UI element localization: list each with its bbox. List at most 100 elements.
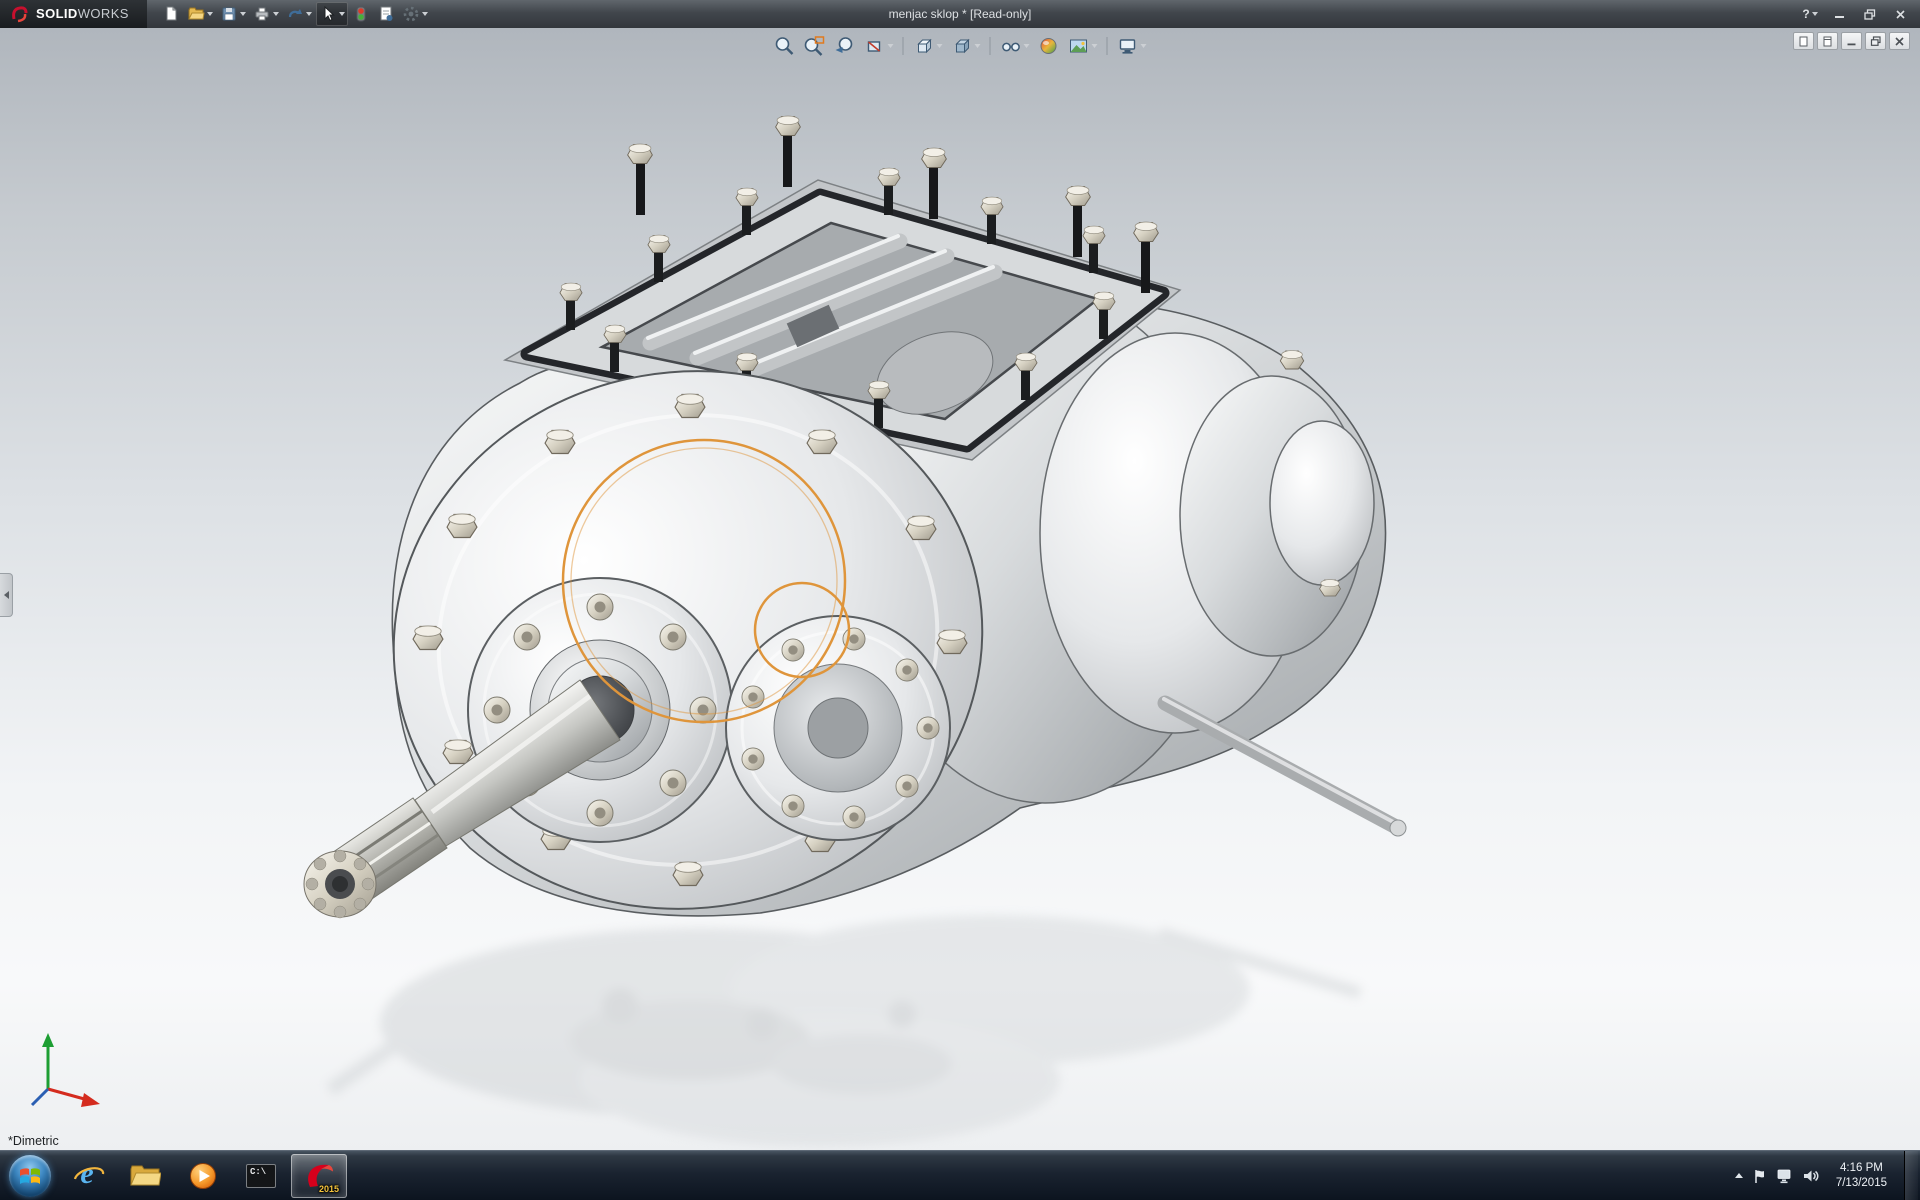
view-orientation-caret [937,44,943,48]
doc-new-window-button[interactable] [1817,32,1838,50]
previous-view-icon [834,35,856,57]
file-properties-icon [377,5,395,23]
view-orientation-label: *Dimetric [8,1134,59,1148]
close-icon [1895,9,1906,20]
open-folder-icon [187,5,205,23]
display-style-icon [951,35,973,57]
solidworks-icon: 2015 [302,1160,336,1192]
taskbar-solidworks-2015[interactable]: 2015 [291,1154,347,1198]
minimize-icon [1834,9,1846,19]
taskbar-windows-explorer[interactable] [117,1154,173,1198]
view-settings-icon [1117,35,1139,57]
clock-date: 7/13/2015 [1836,1176,1887,1191]
taskbar-media-player[interactable] [175,1154,231,1198]
taskbar-command-prompt[interactable]: C:\ [233,1154,289,1198]
clock-time: 4:16 PM [1836,1161,1887,1176]
restore-icon [1864,9,1876,20]
new-document-button[interactable] [159,2,183,26]
options-button[interactable] [399,2,431,26]
volume-icon[interactable] [1802,1168,1819,1184]
hide-show-caret [1024,44,1030,48]
select-caret [339,12,345,16]
doc-restore-button[interactable] [1865,32,1886,50]
doc-restore-icon [1870,36,1882,47]
display-style-button[interactable] [948,33,984,59]
undo-caret [306,12,312,16]
windows-flag-icon [19,1165,41,1187]
doc-close-button[interactable] [1889,32,1910,50]
windows-taskbar: e C:\ [0,1150,1920,1200]
spline-coupling[interactable] [304,850,376,918]
heads-up-view-toolbar [771,33,1150,59]
view-orientation-button[interactable] [910,33,946,59]
rebuild-button[interactable] [349,2,373,26]
solidworks-logo: SOLIDWORKS [0,0,147,28]
zoom-to-fit-button[interactable] [771,33,799,59]
doc-cascade-icon [1798,36,1809,47]
ie-orbit-ring [72,1165,106,1185]
print-button[interactable] [250,2,282,26]
close-button[interactable] [1886,4,1914,24]
featuremanager-flyout-tab[interactable] [0,573,13,617]
select-button[interactable] [316,2,348,26]
zoom-to-area-button[interactable] [801,33,829,59]
collapse-arrow-icon [4,591,9,599]
open-button[interactable] [184,2,216,26]
network-icon[interactable] [1776,1168,1793,1184]
zoom-to-area-icon [804,35,826,57]
previous-view-button[interactable] [831,33,859,59]
apply-scene-caret [1092,44,1098,48]
ds-logo-icon [10,5,30,23]
gearbox-model[interactable] [0,28,1920,1151]
file-properties-button[interactable] [374,2,398,26]
undo-button[interactable] [283,2,315,26]
display-style-caret [975,44,981,48]
section-view-button[interactable] [861,33,897,59]
solidworks-year-badge: 2015 [319,1184,339,1194]
save-caret [240,12,246,16]
x-axis-arrow [48,1089,88,1100]
print-caret [273,12,279,16]
reference-triad [18,1027,110,1123]
hide-show-items-button[interactable] [997,33,1033,59]
system-tray: 4:16 PM 7/13/2015 [1735,1151,1920,1200]
section-view-icon [864,35,886,57]
action-center-flag-icon[interactable] [1752,1168,1767,1184]
taskbar-internet-explorer[interactable]: e [59,1154,115,1198]
separator [903,37,904,55]
doc-close-icon [1894,36,1905,47]
document-window-controls [1793,32,1910,50]
apply-scene-button[interactable] [1065,33,1101,59]
edit-appearance-ball-icon [1038,35,1060,57]
hide-show-glasses-icon [1000,35,1022,57]
new-document-icon [162,5,180,23]
view-settings-caret [1141,44,1147,48]
title-bar: SOLIDWORKS [0,0,1920,28]
hidden-icons-up-arrow[interactable] [1735,1173,1743,1178]
help-button[interactable]: ? [1796,4,1824,24]
edit-appearance-button[interactable] [1035,33,1063,59]
doc-new-window-icon [1822,36,1833,47]
doc-minimize-button[interactable] [1841,32,1862,50]
document-title: menjac sklop * [Read-only] [889,7,1032,21]
undo-icon [286,5,304,23]
media-player-icon [189,1162,217,1190]
taskbar-clock[interactable]: 4:16 PM 7/13/2015 [1836,1161,1887,1191]
separator [990,37,991,55]
print-icon [253,5,271,23]
section-view-caret [888,44,894,48]
options-gear-icon [402,5,420,23]
graphics-area[interactable]: *Dimetric [0,28,1920,1151]
save-icon [220,5,238,23]
save-button[interactable] [217,2,249,26]
view-settings-button[interactable] [1114,33,1150,59]
minimize-button[interactable] [1826,4,1854,24]
window-controls: ? [1796,4,1920,24]
restore-button[interactable] [1856,4,1884,24]
doc-cascade-button[interactable] [1793,32,1814,50]
folder-icon [129,1163,161,1188]
separator [1107,37,1108,55]
start-button[interactable] [9,1155,51,1197]
quick-access-toolbar [159,2,431,26]
show-desktop-button[interactable] [1904,1151,1918,1200]
